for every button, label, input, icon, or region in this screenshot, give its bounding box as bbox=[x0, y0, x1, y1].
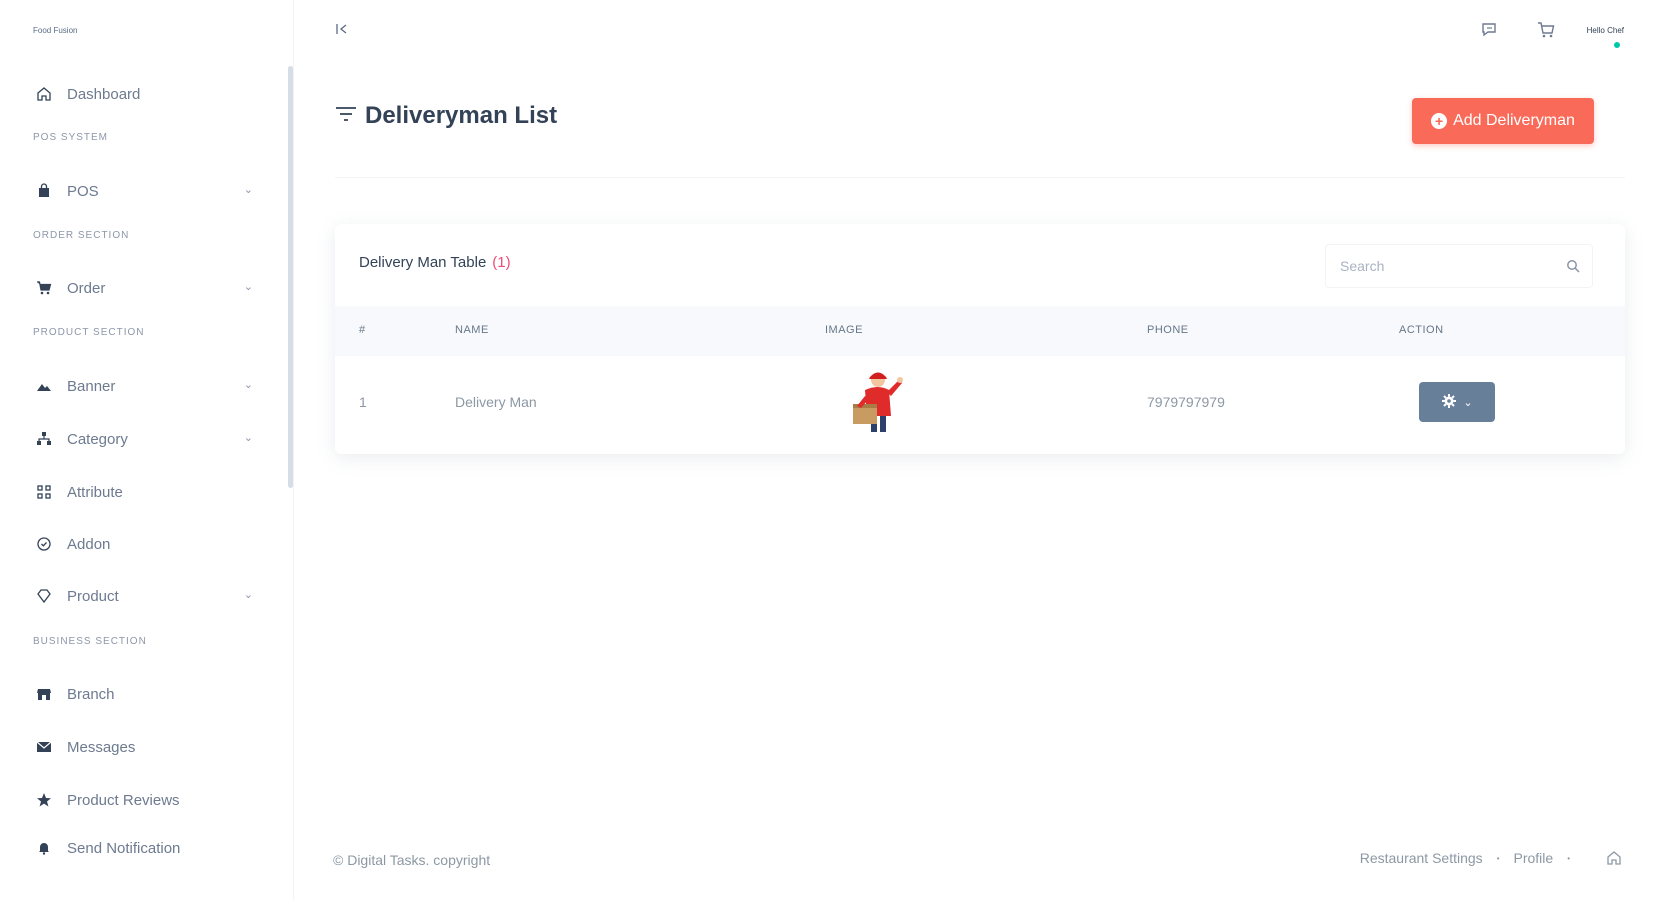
search-box bbox=[1325, 244, 1593, 288]
footer-link-restaurant-settings[interactable]: Restaurant Settings bbox=[1360, 850, 1483, 866]
sidebar-item-dashboard[interactable]: Dashboard bbox=[33, 79, 263, 109]
sidebar-item-branch[interactable]: Branch bbox=[33, 679, 263, 709]
user-name[interactable]: Hello Chef bbox=[1587, 26, 1624, 35]
chat-icon[interactable] bbox=[1480, 20, 1500, 45]
bell-icon bbox=[33, 837, 55, 859]
sidebar-item-label: POS bbox=[67, 182, 99, 200]
row-phone: 7979797979 bbox=[1147, 394, 1225, 410]
sidebar-item-product-reviews[interactable]: Product Reviews bbox=[33, 785, 263, 815]
page-title: Deliveryman List bbox=[365, 102, 558, 129]
brand-logo[interactable]: Food Fusion bbox=[33, 26, 77, 35]
sidebar-item-order[interactable]: Order ⌄ bbox=[33, 273, 263, 303]
sidebar-item-pos[interactable]: POS ⌄ bbox=[33, 176, 263, 206]
sidebar-item-send-notification[interactable]: Send Notification bbox=[33, 833, 263, 863]
table-header: # NAME IMAGE PHONE ACTION bbox=[335, 306, 1625, 356]
section-label-business: BUSINESS SECTION bbox=[33, 636, 147, 647]
sidebar-item-label: Product bbox=[67, 587, 119, 605]
sidebar-item-label: Dashboard bbox=[67, 85, 141, 103]
search-input[interactable] bbox=[1326, 245, 1554, 287]
table-title-text: Delivery Man Table bbox=[359, 254, 487, 271]
plus-circle-icon: + bbox=[1431, 113, 1448, 129]
deliveryman-avatar bbox=[843, 366, 913, 436]
section-label-pos: POS SYSTEM bbox=[33, 132, 109, 143]
header-divider bbox=[335, 177, 1625, 178]
star-icon bbox=[33, 789, 55, 811]
footer-link-profile[interactable]: Profile bbox=[1514, 850, 1554, 866]
top-navbar: Hello Chef bbox=[294, 0, 1664, 64]
sidebar-item-label: Attribute bbox=[67, 483, 123, 501]
diamond-icon bbox=[33, 585, 55, 607]
table-count-badge: (1) bbox=[492, 254, 511, 271]
sidebar-item-banner[interactable]: Banner ⌄ bbox=[33, 371, 263, 401]
row-action-settings-button[interactable]: ⌄ bbox=[1419, 382, 1495, 422]
column-header-index: # bbox=[359, 324, 366, 336]
sidebar-item-messages[interactable]: Messages bbox=[33, 732, 263, 762]
deliveryman-table-card: Delivery Man Table (1) # NAME IMAGE PHONE… bbox=[335, 224, 1625, 454]
sidebar-item-attribute[interactable]: Attribute bbox=[33, 477, 263, 507]
collapse-sidebar-icon[interactable] bbox=[336, 22, 348, 38]
sidebar-item-label: Category bbox=[67, 430, 128, 448]
chevron-down-icon: ⌄ bbox=[243, 589, 253, 601]
addon-icon bbox=[33, 533, 55, 555]
row-name: Delivery Man bbox=[455, 394, 537, 410]
sidebar-scrollbar[interactable] bbox=[288, 66, 293, 488]
sidebar-item-product[interactable]: Product ⌄ bbox=[33, 581, 263, 611]
add-deliveryman-button[interactable]: + Add Deliveryman bbox=[1412, 98, 1594, 144]
search-icon[interactable] bbox=[1554, 259, 1592, 273]
sidebar-item-addon[interactable]: Addon bbox=[33, 529, 263, 559]
page-header: Deliveryman List bbox=[335, 102, 557, 130]
sidebar-item-label: Banner bbox=[67, 377, 116, 395]
chevron-down-icon: ⌄ bbox=[243, 379, 253, 391]
cart-icon[interactable] bbox=[1536, 20, 1556, 45]
chevron-down-icon: ⌄ bbox=[243, 184, 253, 196]
section-label-product: PRODUCT SECTION bbox=[33, 327, 145, 338]
sidebar: Food Fusion Dashboard POS SYSTEM POS ⌄ O… bbox=[0, 0, 294, 900]
chevron-down-icon: ⌄ bbox=[1463, 396, 1473, 409]
chevron-down-icon: ⌄ bbox=[243, 432, 253, 444]
chevron-down-icon: ⌄ bbox=[243, 281, 253, 293]
sidebar-item-label: Send Notification bbox=[67, 839, 181, 857]
column-header-name: NAME bbox=[455, 324, 489, 336]
online-status-indicator bbox=[1614, 42, 1620, 48]
section-label-order: ORDER SECTION bbox=[33, 230, 130, 241]
sidebar-item-label: Order bbox=[67, 279, 106, 297]
table-row: 1 Delivery Man 7979797979 ⌄ bbox=[335, 356, 1625, 446]
column-header-image: IMAGE bbox=[825, 324, 863, 336]
category-icon bbox=[33, 428, 55, 450]
sidebar-item-label: Addon bbox=[67, 535, 111, 553]
footer-links: Restaurant Settings • Profile • bbox=[1360, 850, 1606, 866]
column-header-action: ACTION bbox=[1399, 324, 1444, 336]
image-icon bbox=[33, 375, 55, 397]
sidebar-item-category[interactable]: Category ⌄ bbox=[33, 424, 263, 454]
gear-icon bbox=[1441, 393, 1457, 412]
footer-copyright: © Digital Tasks. copyright bbox=[333, 852, 491, 868]
row-index: 1 bbox=[359, 394, 367, 410]
table-title: Delivery Man Table (1) bbox=[359, 254, 511, 271]
column-header-phone: PHONE bbox=[1147, 324, 1189, 336]
bag-icon bbox=[33, 180, 55, 202]
add-deliveryman-label: Add Deliveryman bbox=[1453, 112, 1575, 129]
footer-separator: • bbox=[1567, 853, 1570, 863]
footer-separator: • bbox=[1496, 853, 1500, 863]
main-content: Deliveryman List + Add Deliveryman Deliv… bbox=[294, 64, 1664, 900]
cart-icon bbox=[33, 277, 55, 299]
home-icon bbox=[33, 83, 55, 105]
attribute-icon bbox=[33, 481, 55, 503]
store-icon bbox=[33, 683, 55, 705]
sidebar-item-label: Messages bbox=[67, 738, 136, 756]
home-icon[interactable] bbox=[1606, 850, 1622, 871]
sidebar-item-label: Product Reviews bbox=[67, 791, 180, 809]
messages-icon bbox=[33, 736, 55, 758]
sidebar-item-label: Branch bbox=[67, 685, 115, 703]
filter-icon bbox=[335, 104, 357, 129]
